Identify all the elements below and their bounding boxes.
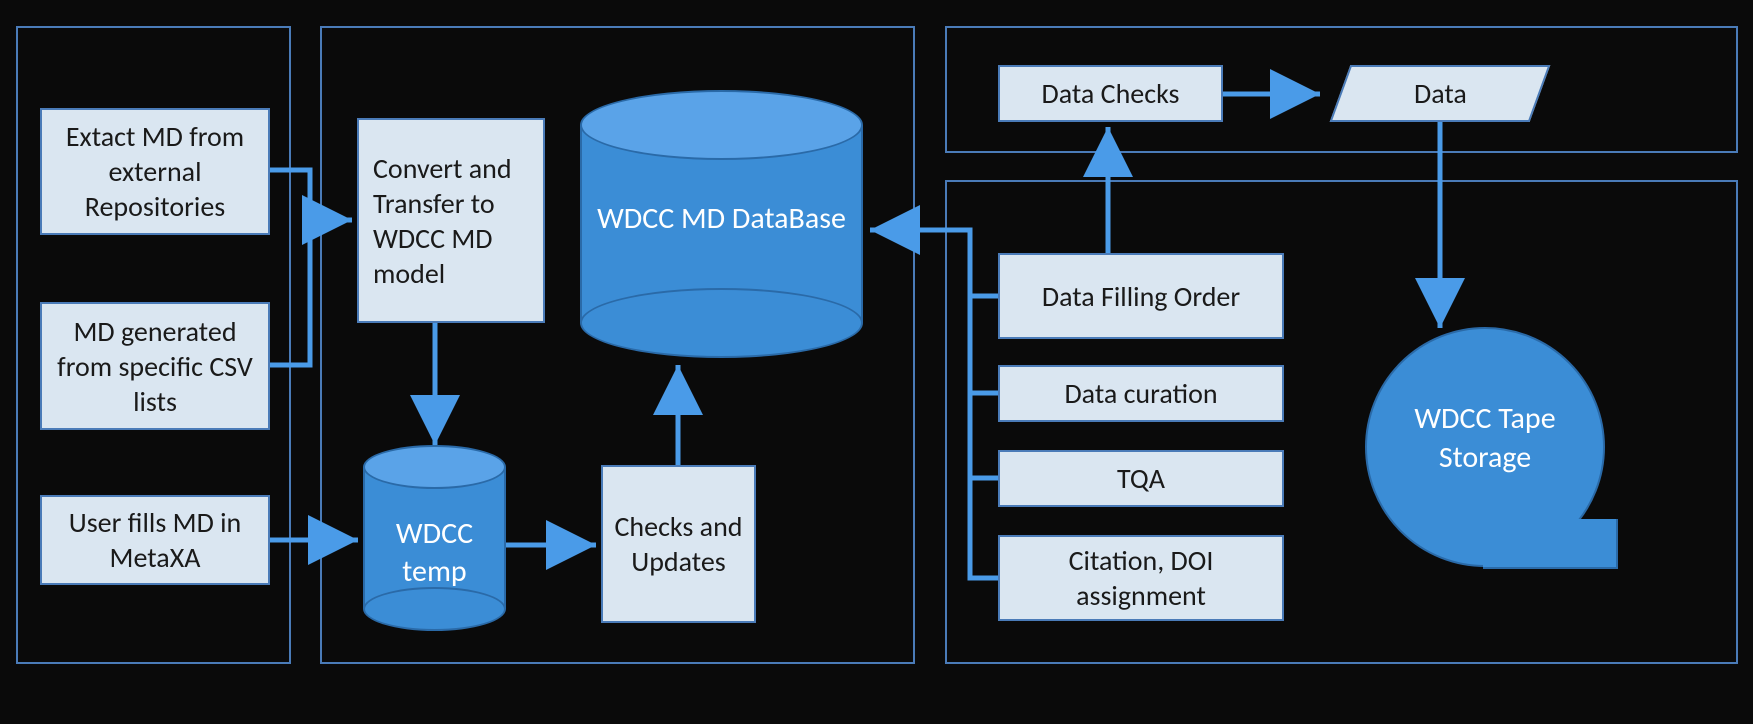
label-wdcc-db: WDCC MD DataBase <box>580 200 863 238</box>
box-data-filling-order: Data Filling Order <box>998 253 1284 339</box>
box-checks-updates: Checks and Updates <box>601 465 756 623</box>
box-user-fills: User fills MD in MetaXA <box>40 495 270 585</box>
tape-storage: WDCC Tape Storage <box>1365 327 1620 567</box>
box-tqa: TQA <box>998 450 1284 507</box>
cylinder-wdcc-temp: WDCC temp <box>363 445 506 631</box>
box-data: Data <box>1330 65 1551 122</box>
box-data-checks: Data Checks <box>998 65 1223 122</box>
box-md-generated: MD generated from specific CSV lists <box>40 302 270 430</box>
box-extract-md: Extact MD from external Repositories <box>40 108 270 235</box>
box-citation-doi: Citation, DOI assignment <box>998 535 1284 621</box>
label-tape-storage: WDCC Tape Storage <box>1365 399 1605 477</box>
label-data: Data <box>1414 76 1467 111</box>
box-data-curation: Data curation <box>998 365 1284 422</box>
box-convert-transfer: Convert and Transfer to WDCC MD model <box>357 118 545 323</box>
label-wdcc-temp: WDCC temp <box>363 515 506 590</box>
cylinder-wdcc-db: WDCC MD DataBase <box>580 90 863 358</box>
